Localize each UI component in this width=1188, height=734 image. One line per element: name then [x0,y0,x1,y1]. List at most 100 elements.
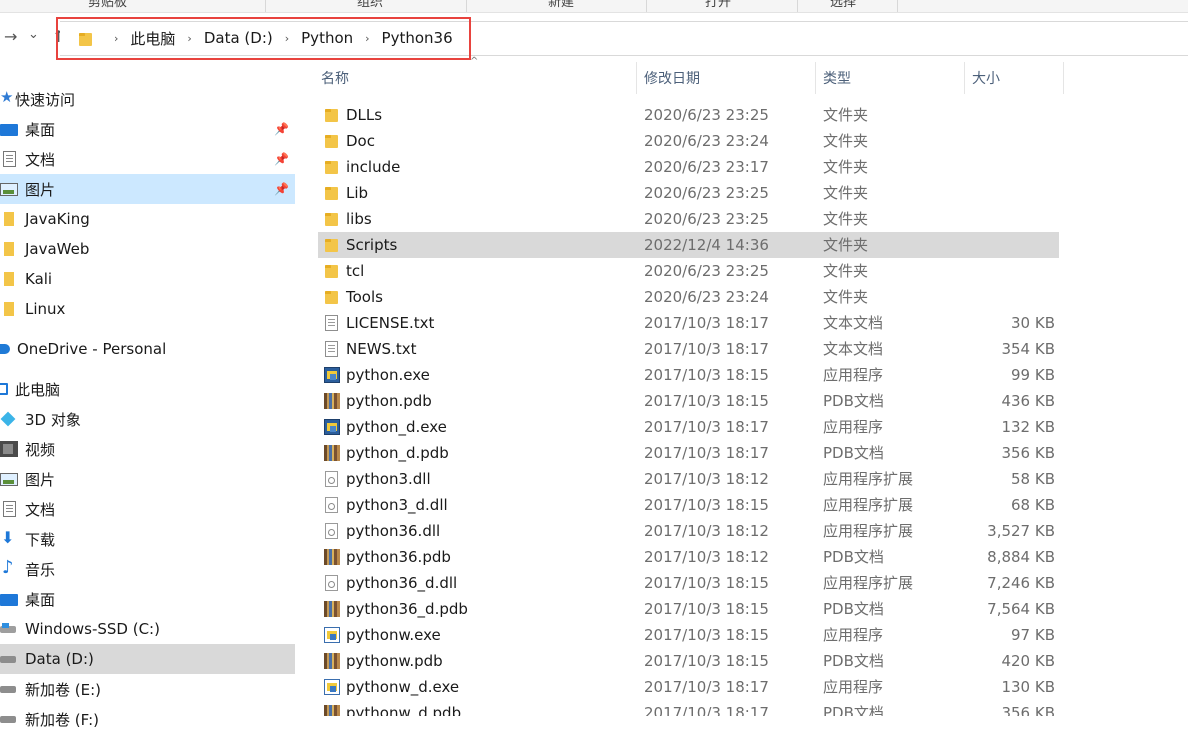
file-row[interactable]: python36.pdb 2017/10/3 18:12 PDB文档 8,884 KB [318,544,1059,570]
folder-icon [324,185,340,201]
sidebar-item-onedrive[interactable]: OneDrive - Personal [0,334,295,364]
file-name: python36_d.pdb [346,600,468,618]
file-row[interactable]: Lib 2020/6/23 23:25 文件夹 [318,180,1059,206]
text-file-icon [325,315,338,331]
pdb-file-icon [324,601,340,617]
forward-button[interactable]: → [4,27,17,47]
sidebar-item-pictures[interactable]: 图片 📌 [0,174,295,204]
ribbon-label-new: 新建 [548,0,575,10]
ribbon-label-open: 打开 [705,0,732,10]
column-header-date[interactable]: 修改日期 [644,62,700,94]
file-date: 2020/6/23 23:25 [644,106,769,124]
column-divider[interactable] [1063,62,1064,94]
file-size: 3,527 KB [987,522,1055,540]
file-row[interactable]: python36_d.dll 2017/10/3 18:15 应用程序扩展 7,246… [318,570,1059,596]
sidebar-item-pictures-pc[interactable]: 图片 [0,464,295,494]
sidebar-item-music[interactable]: 音乐 [0,554,295,584]
sidebar-item-label: 此电脑 [15,380,61,399]
sidebar-item-documents[interactable]: 文档 📌 [0,144,295,174]
navigation-pane: 快速访问 桌面 📌 文档 📌 图片 📌 JavaKing JavaWeb Kal… [0,82,296,729]
chevron-right-icon[interactable]: › [106,32,126,45]
pdb-file-icon [324,653,340,669]
sidebar-item-label: 下载 [25,530,56,549]
file-type: 文本文档 [823,340,884,358]
sidebar-item-3d-objects[interactable]: 3D 对象 [0,404,295,434]
file-type: 文件夹 [823,288,869,306]
file-date: 2017/10/3 18:17 [644,340,769,358]
music-icon [0,557,18,578]
file-row[interactable]: LICENSE.txt 2017/10/3 18:17 文本文档 30 KB [318,310,1059,336]
file-row[interactable]: python.exe 2017/10/3 18:15 应用程序 99 KB [318,362,1059,388]
column-header-type[interactable]: 类型 [823,62,851,94]
recent-locations-button[interactable]: ⌄ [28,25,39,45]
file-name: python.pdb [346,392,432,410]
file-type: 文件夹 [823,184,869,202]
file-row[interactable]: NEWS.txt 2017/10/3 18:17 文本文档 354 KB [318,336,1059,362]
file-row[interactable]: pythonw.pdb 2017/10/3 18:15 PDB文档 420 KB [318,648,1059,674]
sidebar-item-documents-pc[interactable]: 文档 [0,494,295,524]
column-header-size[interactable]: 大小 [972,62,1000,94]
sidebar-item-data-drive[interactable]: Data (D:) [0,644,295,674]
file-size: 8,884 KB [987,548,1055,566]
sidebar-item-linux[interactable]: Linux [0,294,295,324]
sidebar-item-drive-e[interactable]: 新加卷 (E:) [0,674,295,704]
file-row-selected[interactable]: Scripts 2022/12/4 14:36 文件夹 [318,232,1059,258]
breadcrumb-this-pc[interactable]: 此电脑 [126,28,179,49]
system-drive-icon [0,621,18,637]
file-row[interactable]: python_d.exe 2017/10/3 18:17 应用程序 132 KB [318,414,1059,440]
pdb-file-icon [324,549,340,565]
file-type: 文件夹 [823,236,869,254]
file-row[interactable]: Tools 2020/6/23 23:24 文件夹 [318,284,1059,310]
sidebar-item-windows-ssd[interactable]: Windows-SSD (C:) [0,614,295,644]
chevron-right-icon[interactable]: › [179,32,199,45]
file-row[interactable]: Doc 2020/6/23 23:24 文件夹 [318,128,1059,154]
file-name: python36.dll [346,522,441,540]
breadcrumb-data-drive[interactable]: Data (D:) [200,29,277,47]
sidebar-item-label: JavaWeb [25,240,90,258]
sidebar-item-kali[interactable]: Kali [0,264,295,294]
file-type: PDB文档 [823,600,884,618]
file-date: 2020/6/23 23:24 [644,288,769,306]
folder-icon [324,159,340,175]
file-row[interactable]: pythonw_d.pdb 2017/10/3 18:17 PDB文档 356 KB [318,700,1059,716]
breadcrumb-python[interactable]: Python [297,29,357,47]
sidebar-item-this-pc[interactable]: 此电脑 [0,374,295,404]
file-date: 2017/10/3 18:15 [644,366,769,384]
file-row[interactable]: python.pdb 2017/10/3 18:15 PDB文档 436 KB [318,388,1059,414]
file-date: 2017/10/3 18:17 [644,704,769,716]
file-date: 2020/6/23 23:25 [644,210,769,228]
sidebar-item-desktop-pc[interactable]: 桌面 [0,584,295,614]
column-divider[interactable] [636,62,637,94]
sidebar-item-videos[interactable]: 视频 [0,434,295,464]
column-header-name[interactable]: 名称 [321,62,349,94]
file-row[interactable]: python36_d.pdb 2017/10/3 18:15 PDB文档 7,564 … [318,596,1059,622]
sidebar-item-label: 新加卷 (E:) [25,680,102,699]
file-row[interactable]: libs 2020/6/23 23:25 文件夹 [318,206,1059,232]
breadcrumb-python36[interactable]: Python36 [378,29,457,47]
file-type: 文件夹 [823,210,869,228]
drive-icon [0,711,18,727]
file-row[interactable]: python3_d.dll 2017/10/3 18:15 应用程序扩展 68 KB [318,492,1059,518]
sidebar-item-label: Kali [25,270,53,288]
sidebar-item-quick-access[interactable]: 快速访问 [0,84,295,114]
file-name: NEWS.txt [346,340,417,358]
file-row[interactable]: pythonw.exe 2017/10/3 18:15 应用程序 97 KB [318,622,1059,648]
file-row[interactable]: python_d.pdb 2017/10/3 18:17 PDB文档 356 KB [318,440,1059,466]
sidebar-item-downloads[interactable]: 下载 [0,524,295,554]
file-row[interactable]: python36.dll 2017/10/3 18:12 应用程序扩展 3,527 K… [318,518,1059,544]
sidebar-item-desktop[interactable]: 桌面 📌 [0,114,295,144]
chevron-right-icon[interactable]: › [277,32,297,45]
column-divider[interactable] [964,62,965,94]
chevron-right-icon[interactable]: › [357,32,377,45]
sidebar-item-javaking[interactable]: JavaKing [0,204,295,234]
file-row[interactable]: include 2020/6/23 23:17 文件夹 [318,154,1059,180]
file-size: 356 KB [1001,704,1055,716]
folder-icon [324,211,340,227]
sidebar-item-javaweb[interactable]: JavaWeb [0,234,295,264]
file-row[interactable]: DLLs 2020/6/23 23:25 文件夹 [318,102,1059,128]
file-row[interactable]: pythonw_d.exe 2017/10/3 18:17 应用程序 130 KB [318,674,1059,700]
sidebar-item-drive-f[interactable]: 新加卷 (F:) [0,704,295,734]
column-divider[interactable] [815,62,816,94]
file-row[interactable]: python3.dll 2017/10/3 18:12 应用程序扩展 58 KB [318,466,1059,492]
file-row[interactable]: tcl 2020/6/23 23:25 文件夹 [318,258,1059,284]
